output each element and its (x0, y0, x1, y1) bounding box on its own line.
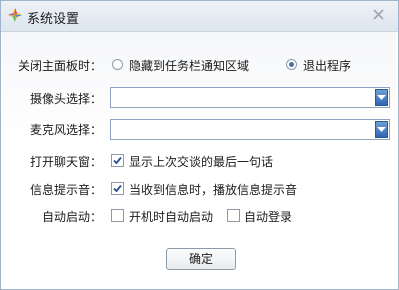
settings-dialog: 系统设置 关闭主面板时： 隐藏到任务栏通知区域 退出程序 摄像头选择： 麦克风选… (0, 0, 399, 290)
autostart-on-boot-checkbox[interactable] (111, 209, 124, 222)
microphone-select[interactable] (110, 119, 390, 140)
camera-dropdown-arrow[interactable] (375, 89, 388, 106)
radio-exit-program[interactable] (286, 59, 297, 70)
window-title: 系统设置 (27, 12, 80, 27)
colorful-star-app-icon (8, 8, 22, 22)
ok-button[interactable]: 确定 (166, 248, 236, 270)
radio-exit-program-label[interactable]: 退出程序 (303, 57, 351, 74)
checkmark-icon (113, 184, 122, 193)
title-bar[interactable]: 系统设置 (1, 1, 398, 32)
show-last-message-checkbox[interactable] (111, 154, 124, 167)
radio-hide-to-tray[interactable] (112, 59, 123, 70)
microphone-label: 麦克风选择： (29, 123, 102, 137)
open-chat-label: 打开聊天窗： (29, 155, 102, 169)
microphone-dropdown-arrow[interactable] (375, 121, 388, 138)
chevron-down-icon (377, 95, 386, 100)
checkmark-icon (113, 156, 122, 165)
play-sound-label[interactable]: 当收到信息时，播放信息提示音 (129, 181, 297, 198)
chevron-down-icon (377, 127, 386, 132)
autostart-label: 自动启动： (41, 210, 102, 224)
camera-select[interactable] (110, 87, 390, 108)
auto-login-label[interactable]: 自动登录 (244, 208, 292, 225)
radio-hide-to-tray-label[interactable]: 隐藏到任务栏通知区域 (129, 57, 249, 74)
close-icon[interactable] (368, 6, 389, 24)
show-last-message-label[interactable]: 显示上次交谈的最后一句话 (129, 153, 273, 170)
play-sound-checkbox[interactable] (111, 182, 124, 195)
close-panel-label: 关闭主面板时： (17, 59, 102, 73)
auto-login-checkbox[interactable] (227, 209, 240, 222)
autostart-on-boot-label[interactable]: 开机时自动启动 (129, 208, 213, 225)
camera-label: 摄像头选择： (29, 92, 102, 106)
notify-sound-label: 信息提示音： (29, 183, 102, 197)
